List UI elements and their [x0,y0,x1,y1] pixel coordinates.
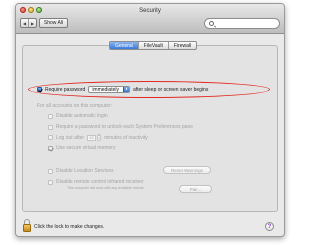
preferences-content: General FileVault Firewall Require passw… [16,35,284,236]
security-preferences-window: Security ◀ ▶ Show All General FileVault … [15,3,285,237]
search-field[interactable] [204,18,280,29]
title-bar: Security ◀ ▶ Show All [16,4,284,34]
all-accounts-heading: For all accounts on this computer: [37,103,113,109]
reset-warnings-button[interactable]: Reset Warnings [163,166,211,174]
logout-after-row: Log out after 60 ▲ ▼ minutes of inactivi… [48,134,148,141]
forward-button[interactable]: ▶ [28,19,36,27]
tab-general[interactable]: General [110,42,138,49]
search-icon [209,21,214,26]
logout-after-checkbox[interactable] [48,135,53,140]
show-all-button[interactable]: Show All [39,18,68,28]
window-title: Security [139,8,161,14]
lock-icon[interactable] [23,219,31,232]
require-pw-unlock-checkbox[interactable] [48,124,53,130]
disable-auto-login-row: Disable automatic login [48,113,108,119]
secure-vm-label: Use secure virtual memory [56,145,116,151]
secure-vm-row: Use secure virtual memory [48,145,115,151]
tab-filevault[interactable]: FileVault [137,42,168,49]
minutes-inactivity-label: minutes of inactivity [104,134,148,141]
logout-minutes-field[interactable]: 60 [87,134,97,141]
require-pw-unlock-label: Require a password to unlock each System… [56,124,194,130]
lock-body [23,224,31,232]
disable-location-label: Disable Location Services [56,168,114,174]
disable-auto-login-label: Disable automatic login [56,113,108,119]
highlight-annotation-oval [28,81,270,98]
secure-vm-checkbox[interactable] [48,145,53,151]
pair-button[interactable]: Pair... [179,185,212,193]
security-tabs: General FileVault Firewall [109,41,198,50]
logout-after-label: Log out after [56,134,85,141]
disable-location-checkbox[interactable] [48,168,53,174]
require-pw-unlock-row: Require a password to unlock each System… [48,124,193,130]
disable-ir-label: Disable remote control infrared receiver [56,179,144,185]
back-forward-buttons: ◀ ▶ [20,18,37,28]
logout-minutes-stepper[interactable]: ▲ ▼ [97,134,102,141]
disable-auto-login-checkbox[interactable] [48,113,53,119]
back-button[interactable]: ◀ [21,19,28,27]
disable-ir-row: Disable remote control infrared receiver [48,179,144,185]
lock-hint-text: Click the lock to make changes. [34,224,105,230]
disable-ir-checkbox[interactable] [48,179,53,185]
help-button[interactable]: ? [265,222,274,231]
stepper-down-icon: ▼ [97,136,101,140]
tab-firewall[interactable]: Firewall [167,42,196,49]
ir-note-text: This computer will work with any availab… [67,186,145,190]
disable-location-row: Disable Location Services [48,168,114,174]
